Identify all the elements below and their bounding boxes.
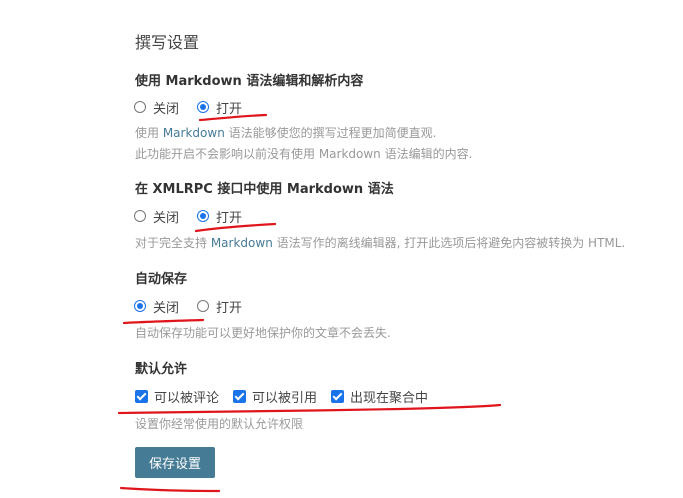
annotation-underline-autosave (122, 318, 205, 325)
markdown-on-option[interactable]: 打开 (197, 98, 242, 117)
markdown-on-radio[interactable] (197, 101, 210, 113)
allow-comment-checkbox[interactable] (135, 389, 148, 403)
xmlrpc-desc: 对于完全支持 Markdown 语法写作的离线编辑器, 打开此选项后将避免内容被… (135, 236, 626, 250)
xmlrpc-off-label: 关闭 (153, 210, 180, 226)
autosave-on-option[interactable]: 打开 (197, 297, 242, 316)
markdown-off-label: 关闭 (153, 101, 180, 117)
default-allow-checkbox-group: 可以被评论 可以被引用 出现在聚合中 (135, 386, 442, 406)
default-allow-desc: 设置你经常使用的默认允许权限 (135, 417, 304, 431)
markdown-radio-group: 关闭 打开 (134, 97, 260, 117)
autosave-on-label: 打开 (216, 300, 243, 316)
markdown-off-option[interactable]: 关闭 (134, 98, 179, 117)
xmlrpc-on-radio[interactable] (197, 210, 210, 222)
xmlrpc-off-radio[interactable] (134, 210, 146, 222)
allow-feed-label: 出现在聚合中 (350, 390, 429, 406)
autosave-on-radio[interactable] (197, 300, 210, 312)
autosave-off-option[interactable]: 关闭 (134, 297, 179, 316)
allow-feed-option[interactable]: 出现在聚合中 (331, 387, 428, 406)
allow-comment-label: 可以被评论 (154, 390, 220, 406)
markdown-off-radio[interactable] (134, 101, 146, 113)
allow-comment-option[interactable]: 可以被评论 (135, 387, 219, 406)
allow-feed-checkbox[interactable] (331, 389, 345, 403)
allow-ping-checkbox[interactable] (233, 389, 247, 403)
markdown-link: Markdown (162, 126, 225, 140)
xmlrpc-radio-group: 关闭 打开 (134, 206, 260, 226)
annotation-underline-default-allow (117, 403, 502, 415)
xmlrpc-section-title: 在 XMLRPC 接口中使用 Markdown 语法 (135, 182, 394, 197)
page-title: 撰写设置 (135, 33, 200, 52)
save-settings-button[interactable]: 保存设置 (135, 447, 215, 478)
autosave-radio-group: 关闭 打开 (134, 296, 260, 316)
xmlrpc-on-label: 打开 (216, 210, 243, 226)
markdown-desc-line1: 使用 Markdown 语法能够使您的撰写过程更加简便直观. (135, 126, 437, 140)
markdown-desc-line2: 此功能开启不会影响以前没有使用 Markdown 语法编辑的内容. (135, 147, 473, 161)
allow-ping-option[interactable]: 可以被引用 (233, 387, 317, 406)
xmlrpc-on-option[interactable]: 打开 (197, 207, 242, 226)
default-allow-section-title: 默认允许 (135, 362, 188, 377)
xmlrpc-off-option[interactable]: 关闭 (134, 207, 179, 226)
autosave-section-title: 自动保存 (135, 272, 188, 287)
annotation-underline-save (119, 486, 221, 493)
autosave-off-radio[interactable] (134, 300, 146, 312)
autosave-desc: 自动保存功能可以更好地保护你的文章不会丢失. (135, 326, 391, 340)
xmlrpc-markdown-link: Markdown (210, 236, 273, 250)
markdown-section-title: 使用 Markdown 语法编辑和解析内容 (135, 74, 364, 89)
markdown-on-label: 打开 (216, 101, 243, 117)
autosave-off-label: 关闭 (153, 300, 180, 316)
allow-ping-label: 可以被引用 (252, 390, 318, 406)
